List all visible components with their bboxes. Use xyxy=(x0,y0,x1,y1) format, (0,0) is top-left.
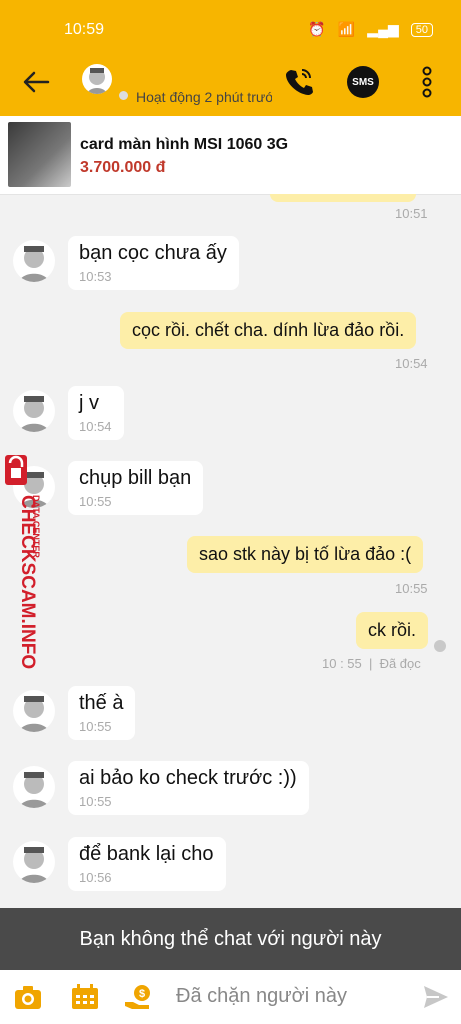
message-text: để bank lại cho xyxy=(79,843,214,865)
sender-avatar xyxy=(13,841,55,883)
sender-avatar xyxy=(13,766,55,808)
product-price: 3.700.000 đ xyxy=(80,159,166,176)
incoming-message[interactable]: j v 10:54 xyxy=(68,386,124,440)
signal-icon: ▂▄▆ xyxy=(367,21,399,37)
battery-icon: 50 xyxy=(410,22,433,37)
incoming-message[interactable]: thế à 10:55 xyxy=(68,686,136,740)
checkscam-watermark: CHECKSCAM.INFO DATA CENTER xyxy=(5,455,41,669)
outgoing-message[interactable]: sao stk này bị tố lừa đảo :( xyxy=(187,536,424,573)
more-options-icon[interactable] xyxy=(418,66,436,98)
sender-avatar xyxy=(13,240,55,282)
message-text: cọc rồi. chết cha. dính lừa đảo rồi. xyxy=(132,320,405,340)
blocked-banner: Bạn không thể chat với người này xyxy=(0,908,461,970)
status-time: 10:59 xyxy=(64,21,105,38)
sms-label: SMS xyxy=(352,76,374,88)
message-time: 10:53 xyxy=(79,269,112,284)
incoming-message[interactable]: để bank lại cho 10:56 xyxy=(68,837,226,891)
message-time: 10:54 xyxy=(79,419,112,434)
chat-header: Hoạt động 2 phút trước SMS xyxy=(0,48,461,116)
message-list[interactable]: 10:51 bạn cọc chưa ấy 10:53 cọc rồi. chế… xyxy=(0,194,461,908)
message-text: j v xyxy=(79,392,99,414)
sender-avatar xyxy=(13,690,55,732)
incoming-message[interactable]: chụp bill bạn 10:55 xyxy=(68,461,204,515)
message-time: 10:56 xyxy=(79,870,112,885)
sms-button[interactable]: SMS xyxy=(347,66,379,98)
status-icons: ⏰ 📶 ▂▄▆ 50 xyxy=(308,21,433,38)
message-time: 10:51 xyxy=(395,206,428,221)
message-text: sao stk này bị tố lừa đảo :( xyxy=(199,544,412,564)
phone-call-icon[interactable] xyxy=(284,66,314,96)
outgoing-message[interactable]: cọc rồi. chết cha. dính lừa đảo rồi. xyxy=(120,312,417,349)
outgoing-message[interactable]: ck rồi. xyxy=(356,612,429,649)
presence-dot xyxy=(119,91,128,100)
blocked-banner-text: Bạn không thể chat với người này xyxy=(79,927,382,950)
calendar-icon[interactable] xyxy=(71,984,99,1010)
payment-hand-icon[interactable]: $ xyxy=(124,984,156,1010)
incoming-message[interactable]: ai bảo ko check trước :)) 10:55 xyxy=(68,761,309,815)
message-time-read-status: 10 : 55 | Đã đọc xyxy=(322,656,421,671)
message-composer: $ Đã chặn người này xyxy=(0,970,461,1024)
back-arrow-icon[interactable] xyxy=(20,66,52,98)
message-input[interactable]: Đã chặn người này xyxy=(176,985,347,1008)
watermark-sub: DATA CENTER xyxy=(31,495,41,558)
message-text: ai bảo ko check trước :)) xyxy=(79,767,297,789)
contact-avatar[interactable] xyxy=(82,64,112,94)
wifi-icon: 📶 xyxy=(337,21,356,37)
alarm-icon: ⏰ xyxy=(308,21,326,37)
message-time: 10:55 xyxy=(79,719,112,734)
message-time: 10:54 xyxy=(395,356,428,371)
message-text: bạn cọc chưa ấy xyxy=(79,242,227,264)
svg-text:$: $ xyxy=(139,988,145,1000)
camera-icon[interactable] xyxy=(14,984,42,1010)
incoming-message[interactable]: bạn cọc chưa ấy 10:53 xyxy=(68,236,239,290)
message-bubble-partial xyxy=(270,194,416,202)
send-icon[interactable] xyxy=(422,984,450,1010)
read-check-icon xyxy=(434,640,446,652)
presence-status: Hoạt động 2 phút trước xyxy=(136,89,272,105)
message-time: 10:55 xyxy=(395,581,428,596)
sender-avatar xyxy=(13,390,55,432)
message-time: 10:55 xyxy=(79,494,112,509)
product-card[interactable]: card màn hình MSI 1060 3G 3.700.000 đ xyxy=(0,116,461,195)
message-text: chụp bill bạn xyxy=(79,467,192,489)
status-bar: 10:59 ⏰ 📶 ▂▄▆ 50 xyxy=(0,0,461,48)
product-title: card màn hình MSI 1060 3G xyxy=(80,136,289,153)
message-text: thế à xyxy=(79,692,124,714)
product-image xyxy=(8,122,71,187)
message-text: ck rồi. xyxy=(368,620,417,640)
message-time: 10:55 xyxy=(79,794,112,809)
